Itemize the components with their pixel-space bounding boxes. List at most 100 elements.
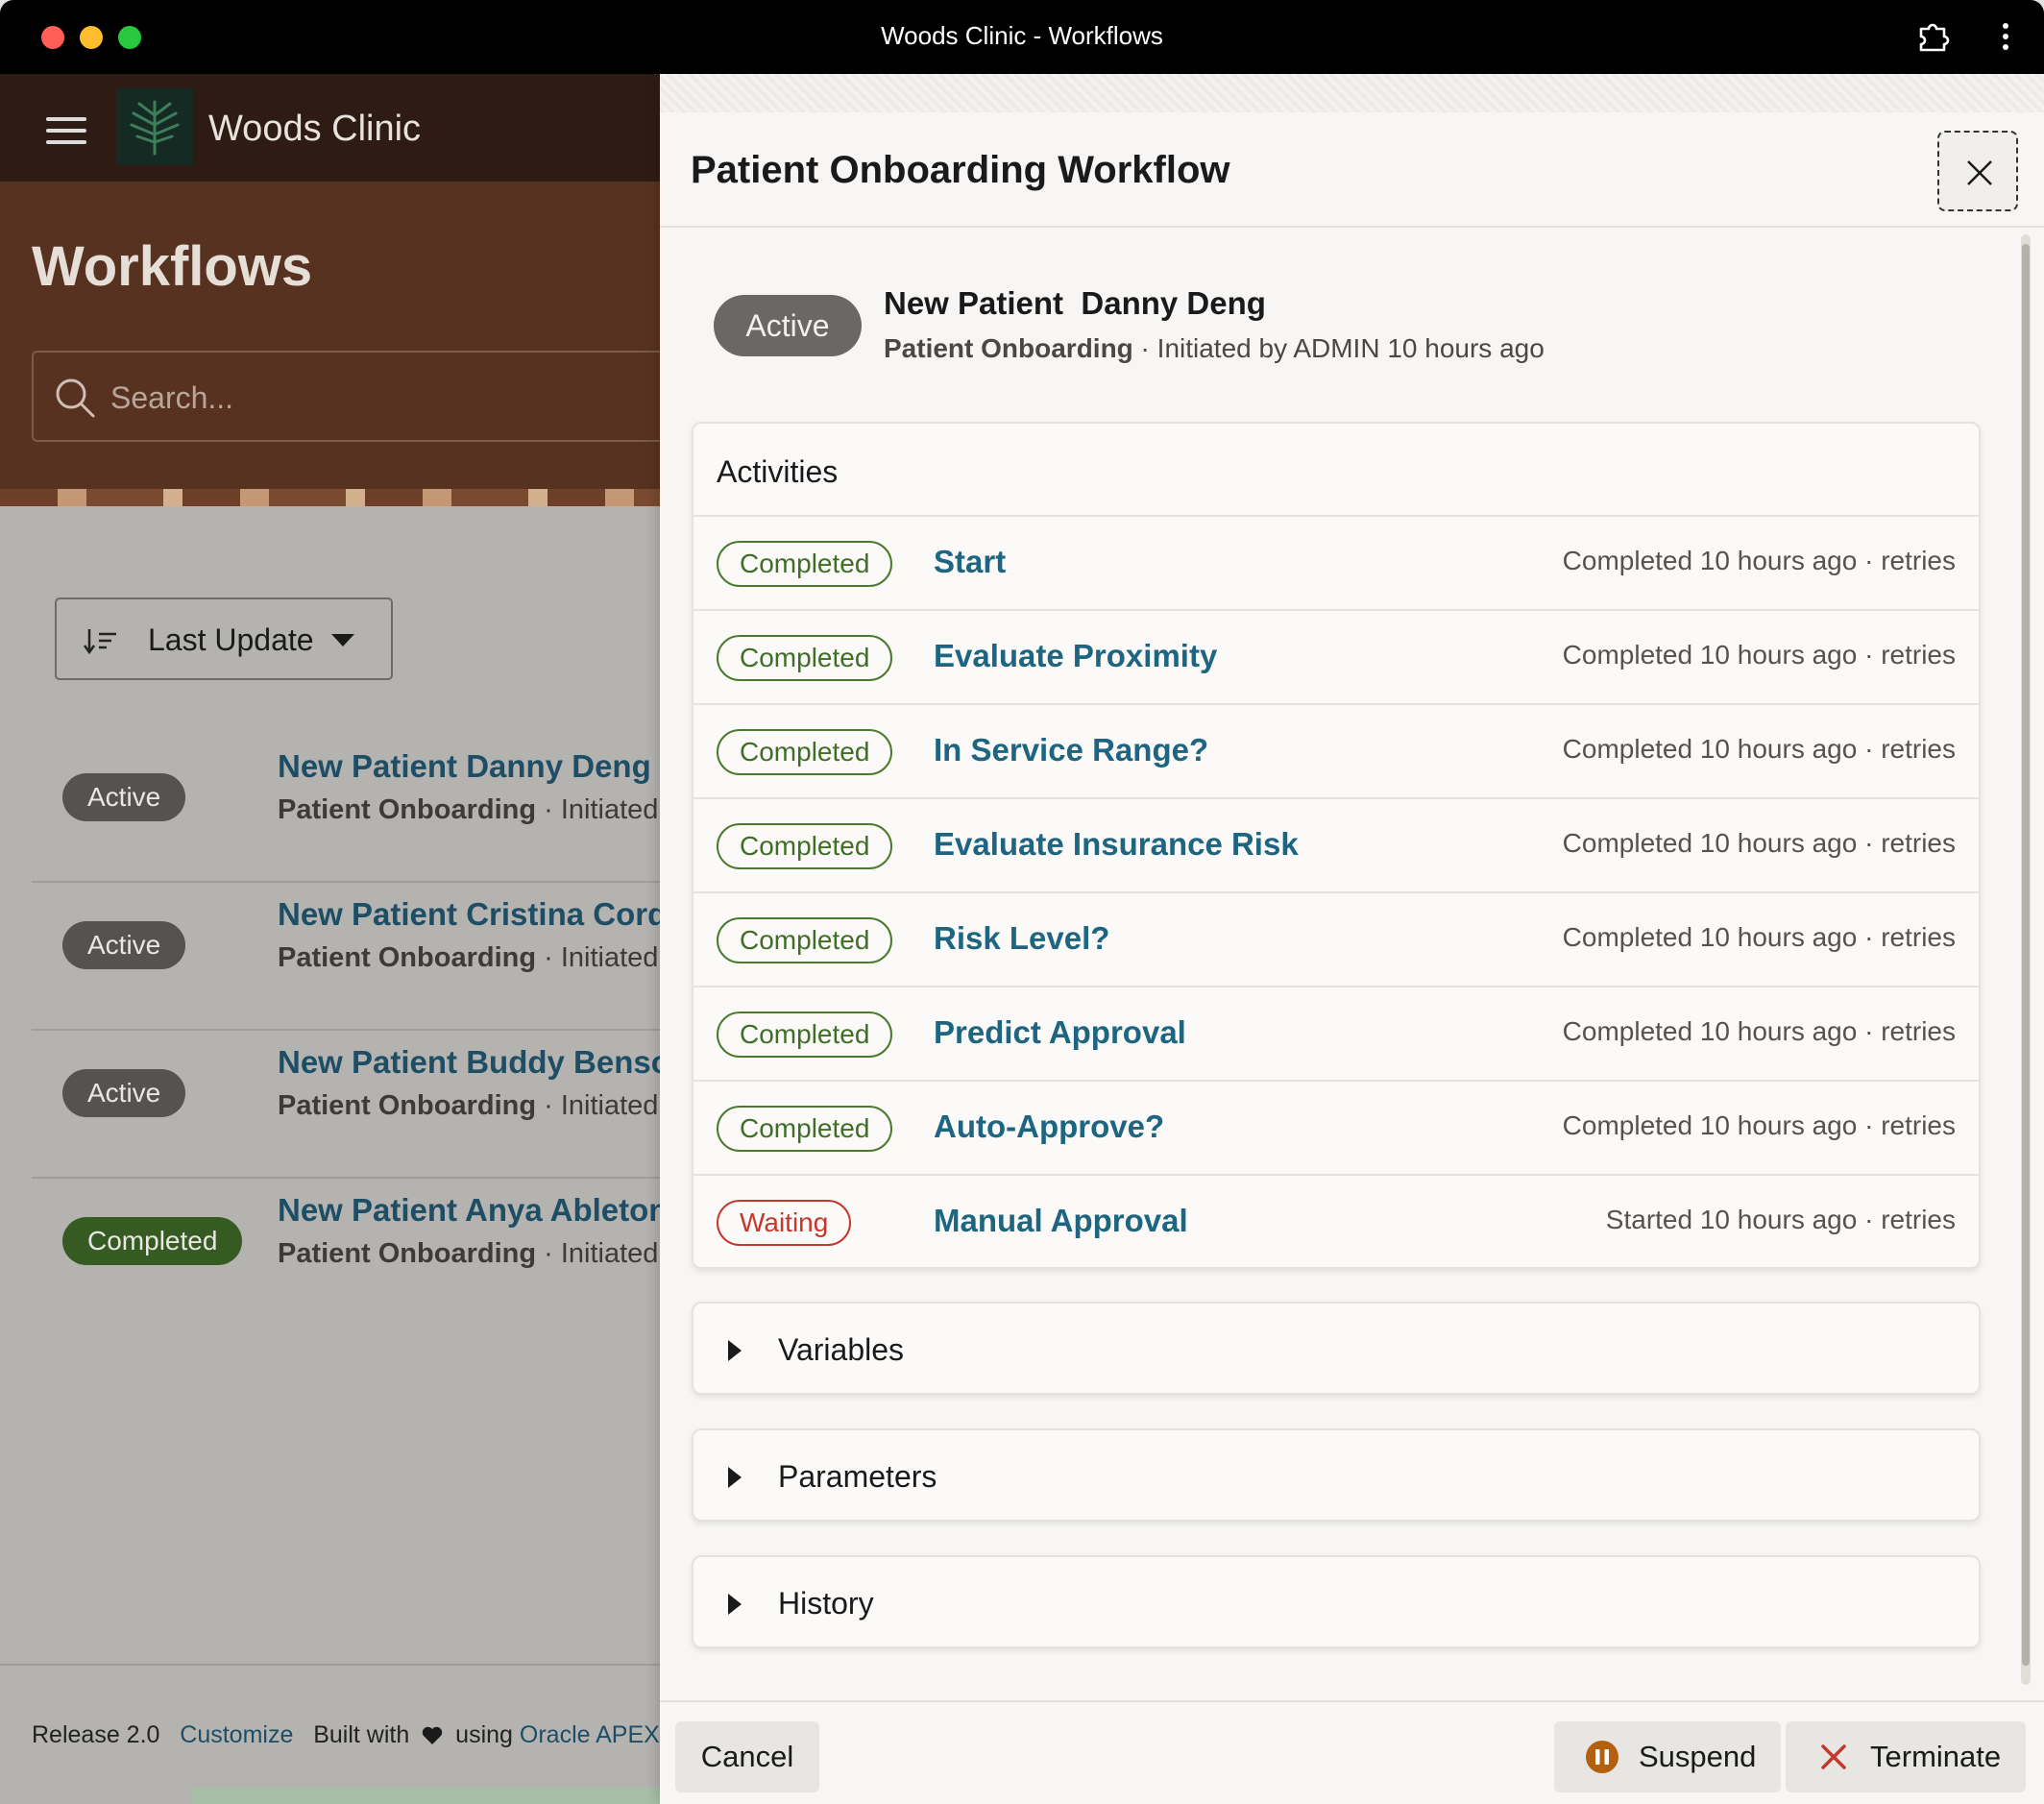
- expand-arrow-icon: [728, 1467, 742, 1488]
- workflow-title-link[interactable]: New Patient Danny Deng: [278, 748, 651, 785]
- activity-status-badge: Completed: [717, 917, 893, 963]
- activity-link[interactable]: Auto-Approve?: [934, 1109, 1164, 1145]
- more-options-icon[interactable]: [1994, 19, 2017, 54]
- activity-meta: Completed 10 hours ago · retries: [1562, 640, 1956, 670]
- release-label: Release 2.0: [32, 1721, 160, 1748]
- activity-status-badge: Completed: [717, 541, 893, 587]
- workflow-subtitle: Patient Onboarding · Initiated b: [278, 1238, 682, 1269]
- status-badge: Active: [62, 921, 186, 969]
- workflow-subtitle: Patient Onboarding · Initiated b: [278, 942, 682, 973]
- activity-meta: Completed 10 hours ago · retries: [1562, 546, 1956, 575]
- built-with-label: Built with: [313, 1721, 410, 1748]
- activity-link[interactable]: In Service Range?: [934, 732, 1208, 768]
- status-badge: Active: [62, 1069, 186, 1117]
- drawer-top-decoration: [660, 74, 2044, 112]
- activity-link[interactable]: Risk Level?: [934, 920, 1109, 957]
- activity-meta: Completed 10 hours ago · retries: [1562, 828, 1956, 858]
- activity-status-badge: Completed: [717, 1106, 893, 1152]
- suspend-label: Suspend: [1639, 1740, 1757, 1773]
- close-icon: [1821, 1744, 1846, 1769]
- status-badge: Active: [62, 773, 186, 821]
- activity-row: Completed In Service Range? Completed 10…: [694, 705, 1979, 799]
- workflow-row[interactable]: Active New Patient Danny Deng Patient On…: [32, 735, 723, 883]
- activity-status-badge: Completed: [717, 823, 893, 869]
- workflow-title-link[interactable]: New Patient Cristina Cordero: [278, 896, 717, 933]
- menu-icon[interactable]: [46, 117, 86, 144]
- app-footer: Release 2.0 Customize Built with using O…: [0, 1664, 672, 1804]
- window-title: Woods Clinic - Workflows: [881, 21, 1163, 50]
- workflow-row[interactable]: Active New Patient Cristina Cordero Pati…: [32, 883, 723, 1031]
- activity-link[interactable]: Evaluate Proximity: [934, 638, 1217, 674]
- sort-dropdown[interactable]: Last Update: [55, 597, 393, 680]
- scrollbar-thumb[interactable]: [2022, 244, 2030, 1666]
- activity-row: Completed Start Completed 10 hours ago ·…: [694, 517, 1979, 611]
- activity-meta: Completed 10 hours ago · retries: [1562, 1110, 1956, 1140]
- terminate-label: Terminate: [1870, 1740, 2002, 1773]
- expand-arrow-icon: [728, 1340, 742, 1361]
- activity-status-badge: Waiting: [717, 1200, 852, 1246]
- instance-title: New Patient Danny Deng: [884, 285, 1266, 321]
- section-label: Variables: [778, 1332, 905, 1367]
- activity-meta: Started 10 hours ago · retries: [1605, 1205, 1956, 1234]
- oracle-apex-link[interactable]: Oracle APEX: [520, 1721, 660, 1748]
- activity-link[interactable]: Predict Approval: [934, 1014, 1186, 1051]
- history-section-toggle[interactable]: History: [692, 1555, 1981, 1648]
- section-label: Parameters: [778, 1459, 937, 1494]
- suspend-button[interactable]: Suspend: [1554, 1721, 1781, 1792]
- activity-row: Completed Evaluate Insurance Risk Comple…: [694, 799, 1979, 893]
- workflow-row[interactable]: Completed New Patient Anya Ableton Patie…: [32, 1179, 723, 1327]
- variables-section-toggle[interactable]: Variables: [692, 1302, 1981, 1395]
- app-name: Woods Clinic: [208, 109, 422, 149]
- activity-meta: Completed 10 hours ago · retries: [1562, 734, 1956, 764]
- customize-link[interactable]: Customize: [180, 1721, 293, 1748]
- activity-row: Waiting Manual Approval Started 10 hours…: [694, 1176, 1979, 1270]
- sort-label: Last Update: [148, 622, 314, 657]
- workflow-title-link[interactable]: New Patient Buddy Benson: [278, 1044, 690, 1081]
- parameters-section-toggle[interactable]: Parameters: [692, 1428, 1981, 1522]
- search-field[interactable]: [32, 351, 723, 442]
- search-input[interactable]: [110, 377, 591, 419]
- activity-status-badge: Completed: [717, 635, 893, 681]
- workflow-subtitle: Patient Onboarding · Initiated b: [278, 1090, 682, 1121]
- activities-card: Activities Completed Start Completed 10 …: [692, 422, 1981, 1269]
- workflow-row[interactable]: Active New Patient Buddy Benson Patient …: [32, 1031, 723, 1179]
- activities-title: Activities: [717, 454, 839, 489]
- instance-subtitle: Patient Onboarding · Initiated by ADMIN …: [884, 333, 1545, 363]
- activity-status-badge: Completed: [717, 1012, 893, 1058]
- activity-row: Completed Evaluate Proximity Completed 1…: [694, 611, 1979, 705]
- activity-link[interactable]: Manual Approval: [934, 1203, 1188, 1239]
- sort-icon: [84, 629, 116, 655]
- activity-row: Completed Risk Level? Completed 10 hours…: [694, 893, 1979, 987]
- drawer-scrollbar[interactable]: [2021, 234, 2031, 1685]
- instance-status-badge: Active: [714, 295, 862, 356]
- heart-icon: [423, 1726, 443, 1744]
- activity-status-badge: Completed: [717, 729, 893, 775]
- terminate-button[interactable]: Terminate: [1786, 1721, 2026, 1792]
- activity-meta: Completed 10 hours ago · retries: [1562, 922, 1956, 952]
- clinic-logo: [116, 88, 193, 165]
- cancel-button[interactable]: Cancel: [675, 1721, 819, 1792]
- activity-link[interactable]: Start: [934, 544, 1006, 580]
- drawer-title: Patient Onboarding Workflow: [691, 149, 1230, 191]
- status-badge: Completed: [62, 1217, 243, 1265]
- expand-arrow-icon: [728, 1594, 742, 1615]
- drawer-header: Patient Onboarding Workflow: [660, 112, 2044, 228]
- extension-icon[interactable]: [1915, 19, 1950, 54]
- close-drawer-button[interactable]: [1937, 131, 2018, 211]
- close-icon: [1967, 160, 1992, 185]
- drawer-footer: Cancel Suspend Terminate: [660, 1700, 2044, 1804]
- workflow-title-link[interactable]: New Patient Anya Ableton: [278, 1192, 668, 1229]
- using-label: using: [455, 1721, 513, 1748]
- window-titlebar: Woods Clinic - Workflows: [0, 0, 2044, 74]
- activity-link[interactable]: Evaluate Insurance Risk: [934, 826, 1299, 863]
- search-icon: [56, 378, 95, 418]
- workflow-list: Active New Patient Danny Deng Patient On…: [32, 735, 723, 1327]
- caret-down-icon: [331, 634, 354, 646]
- workflow-drawer: Patient Onboarding Workflow Active New P…: [660, 74, 2044, 1804]
- activity-meta: Completed 10 hours ago · retries: [1562, 1016, 1956, 1046]
- activity-row: Completed Auto-Approve? Completed 10 hou…: [694, 1082, 1979, 1176]
- activity-row: Completed Predict Approval Completed 10 …: [694, 987, 1979, 1082]
- activities-header: Activities: [694, 424, 1979, 517]
- page-title: Workflows: [32, 235, 313, 298]
- workflow-subtitle: Patient Onboarding · Initiated b: [278, 794, 682, 825]
